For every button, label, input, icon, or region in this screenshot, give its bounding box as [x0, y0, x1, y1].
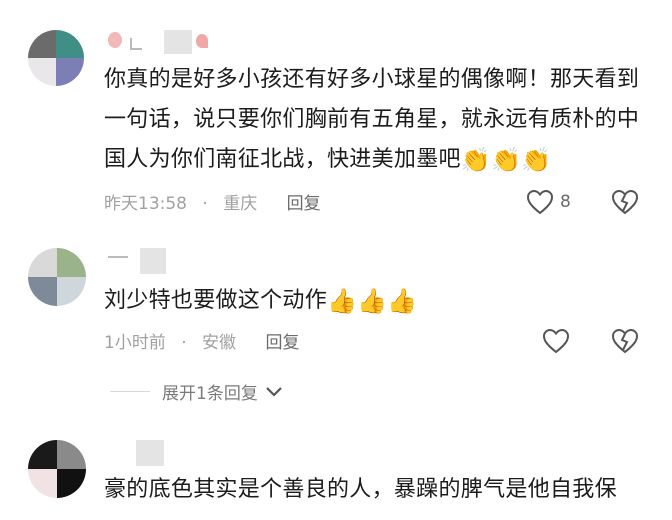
- comment-text-content: 豪的底色其实是个善良的人，暴躁的脾气是他自我保: [104, 477, 617, 502]
- avatar[interactable]: [28, 30, 84, 86]
- comment-location: 重庆: [223, 194, 258, 214]
- broken-heart-icon: [611, 189, 639, 215]
- comment-time: 昨天13:58: [104, 194, 187, 214]
- heart-outline-icon: [526, 189, 554, 215]
- avatar[interactable]: [28, 248, 86, 306]
- comment-text: 豪的底色其实是个善良的人，暴躁的脾气是他自我保: [104, 470, 660, 510]
- comment-text-content: 刘少特也要做这个动作: [104, 288, 328, 313]
- comment-time: 1小时前: [104, 333, 166, 353]
- username[interactable]: [106, 30, 216, 56]
- expand-replies-label: 展开1条回复: [162, 383, 258, 404]
- clapping-hands-icon: 👏👏👏: [460, 146, 552, 174]
- heart-outline-icon: [542, 328, 570, 354]
- username[interactable]: [106, 440, 166, 466]
- comment-meta: 1小时前 · 安徽 回复: [104, 333, 300, 353]
- comment-meta: 昨天13:58 · 重庆 回复: [104, 194, 321, 214]
- thumbs-up-icon: 👍👍👍: [327, 287, 418, 315]
- like-count: 8: [560, 192, 571, 212]
- dislike-button[interactable]: [611, 189, 639, 219]
- reply-button[interactable]: 回复: [287, 194, 321, 214]
- username[interactable]: [106, 248, 166, 274]
- expand-replies-button[interactable]: 展开1条回复: [110, 379, 284, 404]
- comment-location: 安徽: [202, 333, 237, 353]
- comment-text-content: 你真的是好多小孩还有好多小球星的偶像啊！那天看到一句话，说只要你们胸前有五角星，…: [104, 67, 640, 172]
- comment-text: 刘少特也要做这个动作👍👍👍: [104, 281, 660, 321]
- comment-text: 你真的是好多小孩还有好多小球星的偶像啊！那天看到一句话，说只要你们胸前有五角星，…: [104, 60, 660, 180]
- like-button[interactable]: 8: [526, 189, 571, 215]
- dislike-button[interactable]: [611, 328, 639, 358]
- chevron-down-icon: [266, 387, 282, 397]
- broken-heart-icon: [611, 328, 639, 354]
- like-button[interactable]: [542, 328, 570, 354]
- divider: [110, 390, 150, 392]
- avatar[interactable]: [28, 440, 86, 498]
- reply-button[interactable]: 回复: [265, 333, 299, 353]
